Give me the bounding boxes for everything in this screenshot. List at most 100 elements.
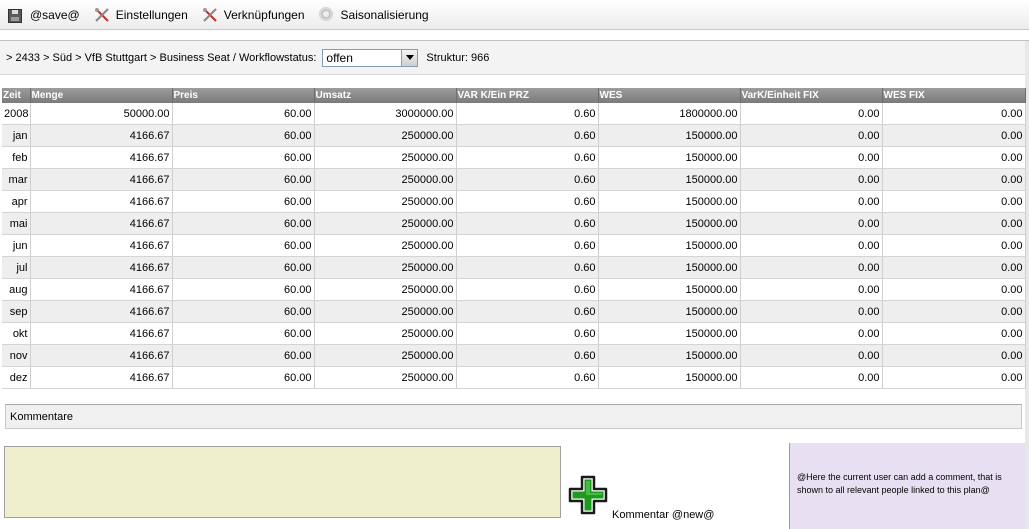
value-cell[interactable]: 0.60 xyxy=(456,234,599,257)
value-cell[interactable]: 150000.00 xyxy=(598,300,741,323)
value-cell[interactable]: 0.60 xyxy=(456,168,599,191)
value-cell[interactable]: 0.60 xyxy=(456,103,599,125)
value-cell[interactable]: 0.00 xyxy=(882,124,1026,147)
save-button[interactable]: @save@ xyxy=(8,7,80,23)
value-cell[interactable]: 0.60 xyxy=(456,256,599,279)
seasonalize-button[interactable]: Saisonalisierung xyxy=(318,6,429,23)
value-cell[interactable]: 60.00 xyxy=(172,168,315,191)
value-cell[interactable]: 4166.67 xyxy=(30,212,173,235)
value-cell[interactable]: 60.00 xyxy=(172,278,315,301)
value-cell[interactable]: 0.00 xyxy=(740,124,883,147)
value-cell[interactable]: 150000.00 xyxy=(598,234,741,257)
value-cell[interactable]: 0.00 xyxy=(882,278,1026,301)
value-cell[interactable]: 60.00 xyxy=(172,103,315,125)
value-cell[interactable]: 0.00 xyxy=(882,344,1026,367)
value-cell[interactable]: 60.00 xyxy=(172,146,315,169)
value-cell[interactable]: 4166.67 xyxy=(30,256,173,279)
value-cell[interactable]: 0.00 xyxy=(882,146,1026,169)
green-plus-icon[interactable] xyxy=(567,474,609,516)
value-cell[interactable]: 150000.00 xyxy=(598,168,741,191)
value-cell[interactable]: 0.60 xyxy=(456,124,599,147)
value-cell[interactable]: 4166.67 xyxy=(30,344,173,367)
value-cell[interactable]: 4166.67 xyxy=(30,124,173,147)
value-cell[interactable]: 60.00 xyxy=(172,212,315,235)
value-cell[interactable]: 0.60 xyxy=(456,300,599,323)
value-cell[interactable]: 0.00 xyxy=(740,322,883,345)
value-cell[interactable]: 0.00 xyxy=(882,366,1026,389)
value-cell[interactable]: 250000.00 xyxy=(314,366,457,389)
chevron-down-icon[interactable] xyxy=(401,49,418,66)
value-cell[interactable]: 250000.00 xyxy=(314,212,457,235)
value-cell[interactable]: 250000.00 xyxy=(314,124,457,147)
value-cell[interactable]: 4166.67 xyxy=(30,278,173,301)
value-cell[interactable]: 0.00 xyxy=(882,190,1026,213)
value-cell[interactable]: 0.00 xyxy=(740,212,883,235)
value-cell[interactable]: 60.00 xyxy=(172,124,315,147)
value-cell[interactable]: 250000.00 xyxy=(314,190,457,213)
links-button[interactable]: Verknüpfungen xyxy=(202,7,305,23)
value-cell[interactable]: 0.60 xyxy=(456,366,599,389)
value-cell[interactable]: 150000.00 xyxy=(598,256,741,279)
value-cell[interactable]: 0.60 xyxy=(456,190,599,213)
value-cell[interactable]: 4166.67 xyxy=(30,366,173,389)
value-cell[interactable]: 250000.00 xyxy=(314,300,457,323)
value-cell[interactable]: 3000000.00 xyxy=(314,103,457,125)
workflow-status-select[interactable]: offen xyxy=(322,48,419,67)
value-cell[interactable]: 4166.67 xyxy=(30,190,173,213)
value-cell[interactable]: 250000.00 xyxy=(314,278,457,301)
value-cell[interactable]: 250000.00 xyxy=(314,344,457,367)
value-cell[interactable]: 0.00 xyxy=(740,190,883,213)
value-cell[interactable]: 60.00 xyxy=(172,366,315,389)
value-cell[interactable]: 0.00 xyxy=(740,366,883,389)
value-cell[interactable]: 250000.00 xyxy=(314,256,457,279)
value-cell[interactable]: 4166.67 xyxy=(30,322,173,345)
value-cell[interactable]: 150000.00 xyxy=(598,278,741,301)
value-cell[interactable]: 150000.00 xyxy=(598,212,741,235)
value-cell[interactable]: 150000.00 xyxy=(598,146,741,169)
value-cell[interactable]: 0.60 xyxy=(456,146,599,169)
settings-button[interactable]: Einstellungen xyxy=(94,7,188,23)
value-cell[interactable]: 150000.00 xyxy=(598,344,741,367)
add-comment-button[interactable] xyxy=(567,474,609,516)
value-cell[interactable]: 150000.00 xyxy=(598,322,741,345)
value-cell[interactable]: 60.00 xyxy=(172,190,315,213)
value-cell[interactable]: 4166.67 xyxy=(30,234,173,257)
value-cell[interactable]: 0.60 xyxy=(456,344,599,367)
value-cell[interactable]: 4166.67 xyxy=(30,168,173,191)
value-cell[interactable]: 60.00 xyxy=(172,256,315,279)
value-cell[interactable]: 60.00 xyxy=(172,322,315,345)
value-cell[interactable]: 0.00 xyxy=(740,256,883,279)
comment-textarea[interactable] xyxy=(4,446,561,518)
value-cell[interactable]: 0.00 xyxy=(740,344,883,367)
value-cell[interactable]: 0.00 xyxy=(740,234,883,257)
value-cell[interactable]: 1800000.00 xyxy=(598,103,741,125)
value-cell[interactable]: 0.00 xyxy=(882,322,1026,345)
value-cell[interactable]: 250000.00 xyxy=(314,322,457,345)
value-cell[interactable]: 60.00 xyxy=(172,344,315,367)
value-cell[interactable]: 150000.00 xyxy=(598,366,741,389)
value-cell[interactable]: 0.00 xyxy=(882,103,1026,125)
value-cell[interactable]: 0.00 xyxy=(882,256,1026,279)
value-cell[interactable]: 150000.00 xyxy=(598,190,741,213)
value-cell[interactable]: 0.00 xyxy=(740,168,883,191)
value-cell[interactable]: 60.00 xyxy=(172,234,315,257)
value-cell[interactable]: 150000.00 xyxy=(598,124,741,147)
value-cell[interactable]: 0.00 xyxy=(740,103,883,125)
value-cell[interactable]: 4166.67 xyxy=(30,300,173,323)
value-cell[interactable]: 250000.00 xyxy=(314,146,457,169)
value-cell[interactable]: 0.00 xyxy=(882,300,1026,323)
value-cell[interactable]: 0.00 xyxy=(740,278,883,301)
value-cell[interactable]: 250000.00 xyxy=(314,234,457,257)
value-cell[interactable]: 4166.67 xyxy=(30,146,173,169)
value-cell[interactable]: 0.00 xyxy=(882,234,1026,257)
value-cell[interactable]: 60.00 xyxy=(172,300,315,323)
value-cell[interactable]: 0.00 xyxy=(882,168,1026,191)
value-cell[interactable]: 0.00 xyxy=(882,212,1026,235)
scrollbar[interactable] xyxy=(1025,41,1029,529)
value-cell[interactable]: 0.60 xyxy=(456,212,599,235)
value-cell[interactable]: 0.60 xyxy=(456,322,599,345)
value-cell[interactable]: 0.00 xyxy=(740,300,883,323)
value-cell[interactable]: 0.00 xyxy=(740,146,883,169)
value-cell[interactable]: 50000.00 xyxy=(30,103,173,125)
value-cell[interactable]: 250000.00 xyxy=(314,168,457,191)
